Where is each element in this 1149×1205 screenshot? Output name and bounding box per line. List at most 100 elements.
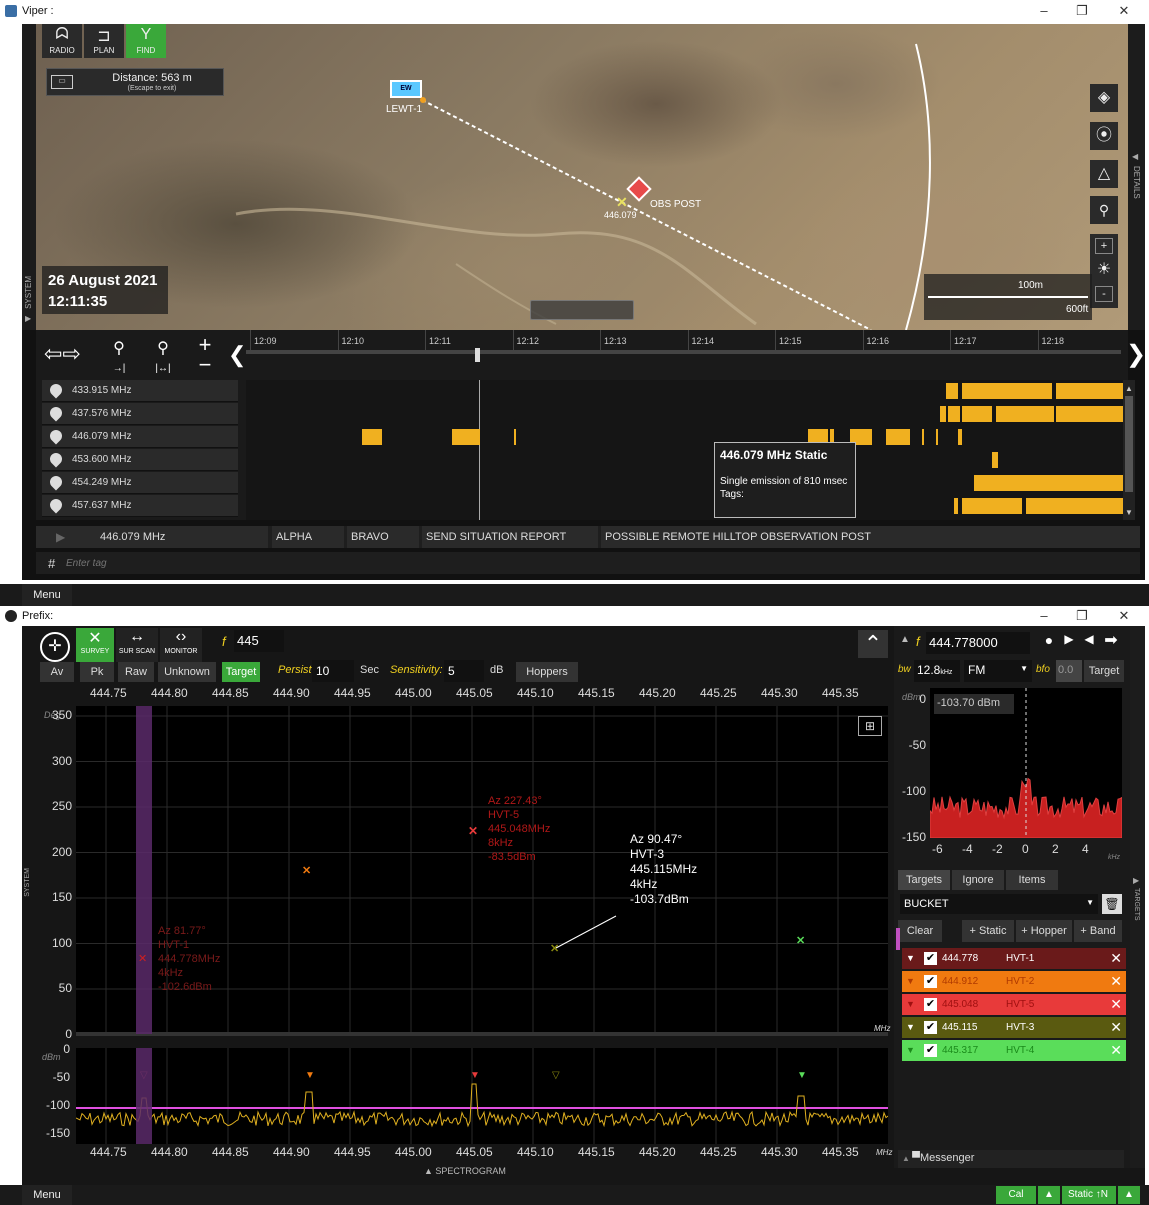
tag-alpha[interactable]: ALPHA: [272, 526, 344, 548]
zoom-in-time-icon[interactable]: ⚲ →|: [104, 338, 134, 374]
bw-input[interactable]: 12.8kHz: [914, 660, 960, 682]
peak-marker[interactable]: ▼: [305, 1070, 315, 1081]
cal-button[interactable]: Cal: [996, 1186, 1036, 1204]
survey-button[interactable]: ✕ SURVEY: [76, 628, 114, 662]
emission-bar[interactable]: [948, 406, 960, 422]
record-icon[interactable]: ●: [1040, 632, 1058, 652]
prefix-minimize-button[interactable]: –: [1034, 608, 1054, 624]
row-expand-icon[interactable]: ▼: [906, 1017, 915, 1038]
emission-bar[interactable]: [992, 452, 998, 468]
scroll-up-icon[interactable]: ▲: [1125, 384, 1133, 393]
tab-ignore[interactable]: Ignore: [952, 870, 1004, 890]
target-row[interactable]: ▼ ✔ 445.048 HVT-5 ✕: [902, 994, 1126, 1015]
minimize-button[interactable]: –: [1034, 0, 1054, 22]
tag-send-report[interactable]: SEND SITUATION REPORT: [422, 526, 598, 548]
time-cursor-handle[interactable]: [475, 348, 480, 362]
hoppers-button[interactable]: Hoppers: [516, 662, 578, 682]
hvt2-marker[interactable]: ✕: [302, 864, 311, 877]
pin-icon[interactable]: ⦿: [1090, 122, 1118, 150]
target-checkbox[interactable]: ✔: [924, 1021, 937, 1034]
emission-bar[interactable]: [954, 498, 958, 514]
static-button[interactable]: Static ↑N: [1062, 1186, 1116, 1204]
target-row[interactable]: ▼ ✔ 445.317 HVT-4 ✕: [902, 1040, 1126, 1061]
location-pin-icon[interactable]: [47, 450, 65, 468]
emission-bar[interactable]: [962, 498, 1022, 514]
row-expand-icon[interactable]: ▼: [906, 971, 915, 992]
remove-target-icon[interactable]: ✕: [1110, 948, 1122, 969]
location-pin-icon[interactable]: [47, 427, 65, 445]
find-button[interactable]: Y FIND: [126, 24, 166, 58]
row-expand-icon[interactable]: ▼: [906, 994, 915, 1015]
frequency-row[interactable]: 437.576 MHz✕: [42, 403, 255, 425]
target-button[interactable]: Target: [1084, 660, 1124, 682]
zoom-icon[interactable]: ⚲: [1090, 196, 1118, 224]
remove-target-icon[interactable]: ✕: [1110, 1040, 1122, 1061]
location-pin-icon[interactable]: [47, 404, 65, 422]
filter-raw-button[interactable]: Raw: [118, 662, 154, 682]
frequency-row[interactable]: 454.249 MHz✕: [42, 472, 255, 494]
map-toggle-icon[interactable]: ⊞: [858, 716, 882, 736]
target-row[interactable]: ▼ ✔ 444.912 HVT-2 ✕: [902, 971, 1126, 992]
radio-button[interactable]: ᗣ RADIO: [42, 24, 82, 58]
frequency-row[interactable]: 453.600 MHz✕: [42, 449, 255, 471]
scroll-down-icon[interactable]: ▼: [1125, 508, 1133, 517]
filter-unknown-button[interactable]: Unknown: [158, 662, 216, 682]
location-pin-icon[interactable]: [47, 473, 65, 491]
ruler-icon[interactable]: ▭: [51, 75, 73, 89]
brightness-up-button[interactable]: +: [1095, 238, 1113, 254]
details-sidebar[interactable]: ◀ DETAILS: [1128, 24, 1145, 330]
target-checkbox[interactable]: ✔: [924, 952, 937, 965]
azimuth-plot[interactable]: ⊞ MHz ✕ ✕ ✕ ✕ ✕ Az 81.77° HVT-1 444.778M…: [76, 706, 890, 1036]
target-row[interactable]: ▼ ✔ 445.115 HVT-3 ✕: [902, 1017, 1126, 1038]
scroll-thumb[interactable]: [1125, 396, 1133, 492]
action-button[interactable]: + Static: [962, 920, 1014, 942]
spectrum-plot[interactable]: ▼▼▽▼▽: [76, 1048, 888, 1144]
hvt4-marker[interactable]: ✕: [796, 934, 805, 947]
timeline-right-arrow[interactable]: ❯: [1126, 340, 1146, 369]
row-expand-icon[interactable]: ▼: [906, 948, 915, 969]
emission-bar[interactable]: [936, 429, 938, 445]
tag-bravo[interactable]: BRAVO: [347, 526, 419, 548]
close-button[interactable]: ✕: [1114, 0, 1134, 22]
tag-observation-post[interactable]: POSSIBLE REMOTE HILLTOP OBSERVATION POST: [601, 526, 1140, 548]
frequency-row[interactable]: 457.637 MHz✕: [42, 495, 255, 517]
handoff-arrow-icon[interactable]: ➡: [1100, 630, 1122, 652]
filter-target-button[interactable]: Target: [222, 662, 260, 682]
emission-bar[interactable]: [1056, 406, 1124, 422]
surscan-button[interactable]: ↔ SUR SCAN: [116, 628, 158, 662]
emission-bar[interactable]: [514, 429, 516, 445]
brightness-down-button[interactable]: -: [1095, 286, 1113, 302]
timeline-left-arrow[interactable]: ❮: [228, 342, 246, 368]
target-row[interactable]: ▼ ✔ 444.778 HVT-1 ✕: [902, 948, 1126, 969]
timeline-toggle[interactable]: [530, 300, 634, 320]
frequency-row[interactable]: 433.915 MHz✕: [42, 380, 255, 402]
emission-bar[interactable]: [946, 383, 958, 399]
emission-bar[interactable]: [1026, 498, 1126, 514]
spectrogram-toggle[interactable]: ▲ SPECTROGRAM: [424, 1166, 506, 1176]
targets-sidebar[interactable]: ▶ TARGETS: [1130, 626, 1145, 1168]
remove-target-icon[interactable]: ✕: [1110, 971, 1122, 992]
ew-marker[interactable]: EW: [390, 80, 422, 98]
emission-bar[interactable]: [362, 429, 382, 445]
layers-icon[interactable]: ◈: [1090, 84, 1118, 112]
action-button[interactable]: Clear: [898, 920, 942, 942]
remove-icon[interactable]: −: [194, 354, 216, 376]
fix-marker-icon[interactable]: ✕: [616, 194, 628, 211]
target-checkbox[interactable]: ✔: [924, 1044, 937, 1057]
emission-bar[interactable]: [962, 383, 1052, 399]
frequency-row[interactable]: 446.079 MHz✕: [42, 426, 255, 448]
target-checkbox[interactable]: ✔: [924, 975, 937, 988]
play-forward-icon[interactable]: ▶: [1060, 632, 1078, 652]
demod-select[interactable]: FM ▼: [964, 660, 1032, 682]
emission-bar[interactable]: [962, 406, 992, 422]
cal-expand-icon[interactable]: ▲: [1038, 1186, 1060, 1204]
prefix-close-button[interactable]: ✕: [1114, 608, 1134, 624]
peak-marker[interactable]: ▼: [797, 1070, 807, 1081]
emission-bar[interactable]: [886, 429, 910, 445]
tuned-freq-input[interactable]: 444.778000: [926, 632, 1030, 654]
pan-arrows-icon[interactable]: ⇦⇨: [44, 340, 96, 368]
target-crosshair-icon[interactable]: ✛: [40, 632, 70, 662]
tab-targets[interactable]: Targets: [898, 870, 950, 890]
plan-button[interactable]: ⊐ PLAN: [84, 24, 124, 58]
menu-button[interactable]: Menu: [22, 584, 72, 606]
